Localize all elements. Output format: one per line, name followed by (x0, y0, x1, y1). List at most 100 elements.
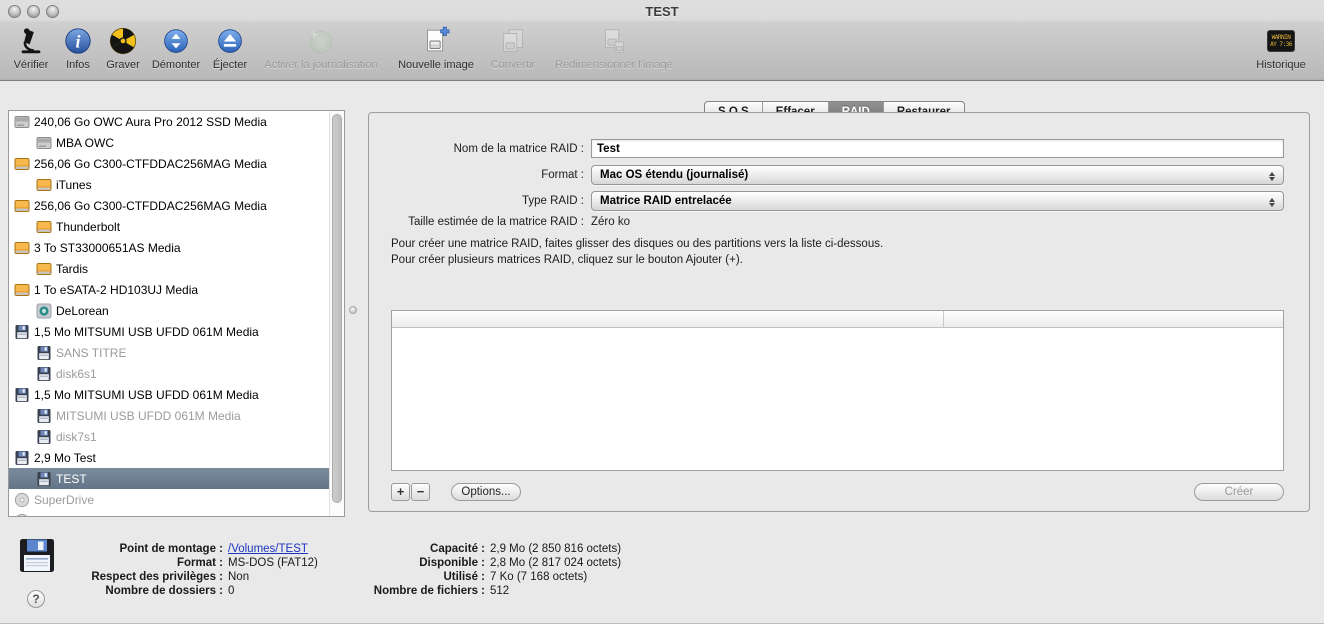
window-chrome: TEST Vérifier (0, 0, 1324, 81)
external-disk-icon (36, 219, 52, 235)
sidebar-item-label: 256,06 Go C300-CTFDDAC256MAG Media (34, 157, 267, 171)
external-disk-icon (14, 156, 30, 172)
floppy-icon (14, 450, 30, 466)
sidebar-item[interactable]: MITSUMI USB UFDD 061M Media (9, 405, 344, 426)
time-machine-icon (36, 303, 52, 319)
floppy-icon (36, 366, 52, 382)
info-row: Nombre de dossiers :0 (58, 584, 318, 598)
sidebar-item[interactable]: 240,06 Go OWC Aura Pro 2012 SSD Media (9, 111, 344, 132)
new-image-button[interactable]: Nouvelle image (392, 24, 480, 78)
raid-type-popup[interactable]: Matrice RAID entrelacée (591, 191, 1284, 211)
sidebar-item-label: 1,5 Mo MITSUMI USB UFDD 061M Media (34, 325, 259, 339)
info-label: Utilisé : (328, 571, 490, 583)
estimated-size-value: Zéro ko (591, 216, 630, 228)
sidebar-item[interactable]: disk6s1 (9, 363, 344, 384)
popup-arrows-icon (1267, 169, 1276, 183)
mount-point-link[interactable]: /Volumes/TEST (228, 543, 308, 555)
sidebar-item-label: TEST (56, 472, 87, 486)
info-label: Nombre de dossiers : (58, 585, 228, 597)
raid-panel: Nom de la matrice RAID : Format : Mac OS… (368, 112, 1310, 512)
sidebar-item-label: SANS TITRE (56, 346, 126, 360)
info-row: Format :MS-DOS (FAT12) (58, 556, 318, 570)
remove-button[interactable]: − (411, 483, 430, 501)
eject-button[interactable]: Éjecter (206, 24, 254, 78)
add-button[interactable]: + (391, 483, 410, 501)
info-value: 512 (490, 585, 509, 597)
info-button[interactable]: i Infos (58, 24, 98, 78)
journaling-icon (256, 24, 386, 58)
burn-button[interactable]: Graver (100, 24, 146, 78)
device-list: 240,06 Go OWC Aura Pro 2012 SSD Media MBA… (8, 110, 345, 517)
options-button[interactable]: Options... (451, 483, 521, 501)
convert-icon (484, 24, 542, 58)
info-label: Point de montage : (58, 543, 228, 555)
sidebar-item-label: 3 To ST33000651AS Media (34, 241, 181, 255)
info-row: Utilisé :7 Ko (7 168 octets) (328, 570, 621, 584)
sidebar-item-label: DeLorean (56, 304, 109, 318)
raid-list-header (392, 311, 1283, 328)
sidebar-item-label: iTunes (56, 178, 92, 192)
sidebar-item[interactable]: 1,5 Mo MITSUMI USB UFDD 061M Media (9, 384, 344, 405)
info-value: 2,9 Mo (2 850 816 octets) (490, 543, 621, 555)
sidebar-item[interactable]: 2,9 Mo Test (9, 447, 344, 468)
disk-utility-window: TEST Vérifier (0, 0, 1324, 624)
sidebar-item-label: Thunderbolt (56, 220, 120, 234)
sidebar-item-label: 1 To eSATA-2 HD103UJ Media (34, 283, 198, 297)
info-label: Capacité : (328, 543, 490, 555)
sidebar-item[interactable]: MBA OWC (9, 132, 344, 153)
floppy-icon (14, 387, 30, 403)
info-label: Nombre de fichiers : (328, 585, 490, 597)
sidebar-item-label: SuperDrive (34, 493, 94, 507)
sidebar-scrollbar[interactable] (329, 111, 344, 516)
sidebar-item[interactable]: iTunes (9, 174, 344, 195)
info-label: Respect des privilèges : (58, 571, 228, 583)
sidebar-item[interactable]: SANS TITRE (9, 342, 344, 363)
info-value: Non (228, 571, 249, 583)
log-icon: WARNIN AY 7:36 (1246, 24, 1316, 58)
resize-image-button: Redimensionner l'image (544, 24, 684, 78)
sidebar-item[interactable]: 3 To ST33000651AS Media (9, 237, 344, 258)
external-disk-icon (14, 282, 30, 298)
sidebar-item[interactable]: TEST (9, 468, 344, 489)
raid-name-input[interactable] (591, 139, 1284, 158)
sidebar-item[interactable]: DeLorean (9, 300, 344, 321)
raid-type-label: Type RAID : (379, 195, 591, 207)
sidebar-item-label: 240,06 Go OWC Aura Pro 2012 SSD Media (34, 115, 267, 129)
raid-disk-list[interactable] (391, 310, 1284, 471)
raid-list-column-2 (944, 311, 1283, 327)
unmount-button[interactable]: Démonter (148, 24, 204, 78)
floppy-icon (36, 408, 52, 424)
sidebar-item[interactable]: disk7s1 (9, 426, 344, 447)
sidebar-item[interactable]: Thunderbolt (9, 216, 344, 237)
sidebar-item[interactable]: SuperDrive (9, 489, 344, 510)
info-row: Point de montage :/Volumes/TEST (58, 542, 318, 556)
verify-button[interactable]: Vérifier (6, 24, 56, 78)
info-value: 2,8 Mo (2 817 024 octets) (490, 557, 621, 569)
sidebar-item[interactable]: 1 To eSATA-2 HD103UJ Media (9, 279, 344, 300)
raid-name-label: Nom de la matrice RAID : (379, 143, 591, 155)
volume-info: ? Point de montage :/Volumes/TESTFormat … (0, 530, 1324, 624)
format-popup[interactable]: Mac OS étendu (journalisé) (591, 165, 1284, 185)
unmount-icon (148, 24, 204, 58)
internal-disk-icon (14, 114, 30, 130)
splitter-handle[interactable] (349, 306, 357, 314)
info-row: Nombre de fichiers :512 (328, 584, 621, 598)
resize-image-icon (544, 24, 684, 58)
create-button[interactable]: Créer (1194, 483, 1284, 501)
floppy-icon (36, 429, 52, 445)
info-value: 0 (228, 585, 234, 597)
sidebar-item[interactable] (9, 510, 344, 517)
sidebar-item-label: 1,5 Mo MITSUMI USB UFDD 061M Media (34, 388, 259, 402)
sidebar-scrollbar-thumb[interactable] (332, 114, 342, 503)
sidebar-item[interactable]: Tardis (9, 258, 344, 279)
help-button[interactable]: ? (27, 590, 45, 608)
sidebar-item[interactable]: 1,5 Mo MITSUMI USB UFDD 061M Media (9, 321, 344, 342)
external-disk-icon (14, 198, 30, 214)
optical-icon (14, 492, 30, 508)
info-icon: i (58, 24, 98, 58)
sidebar-item-label: MITSUMI USB UFDD 061M Media (56, 409, 241, 423)
floppy-icon (36, 345, 52, 361)
log-button[interactable]: WARNIN AY 7:36 Historique (1246, 24, 1316, 78)
sidebar-item[interactable]: 256,06 Go C300-CTFDDAC256MAG Media (9, 195, 344, 216)
sidebar-item[interactable]: 256,06 Go C300-CTFDDAC256MAG Media (9, 153, 344, 174)
